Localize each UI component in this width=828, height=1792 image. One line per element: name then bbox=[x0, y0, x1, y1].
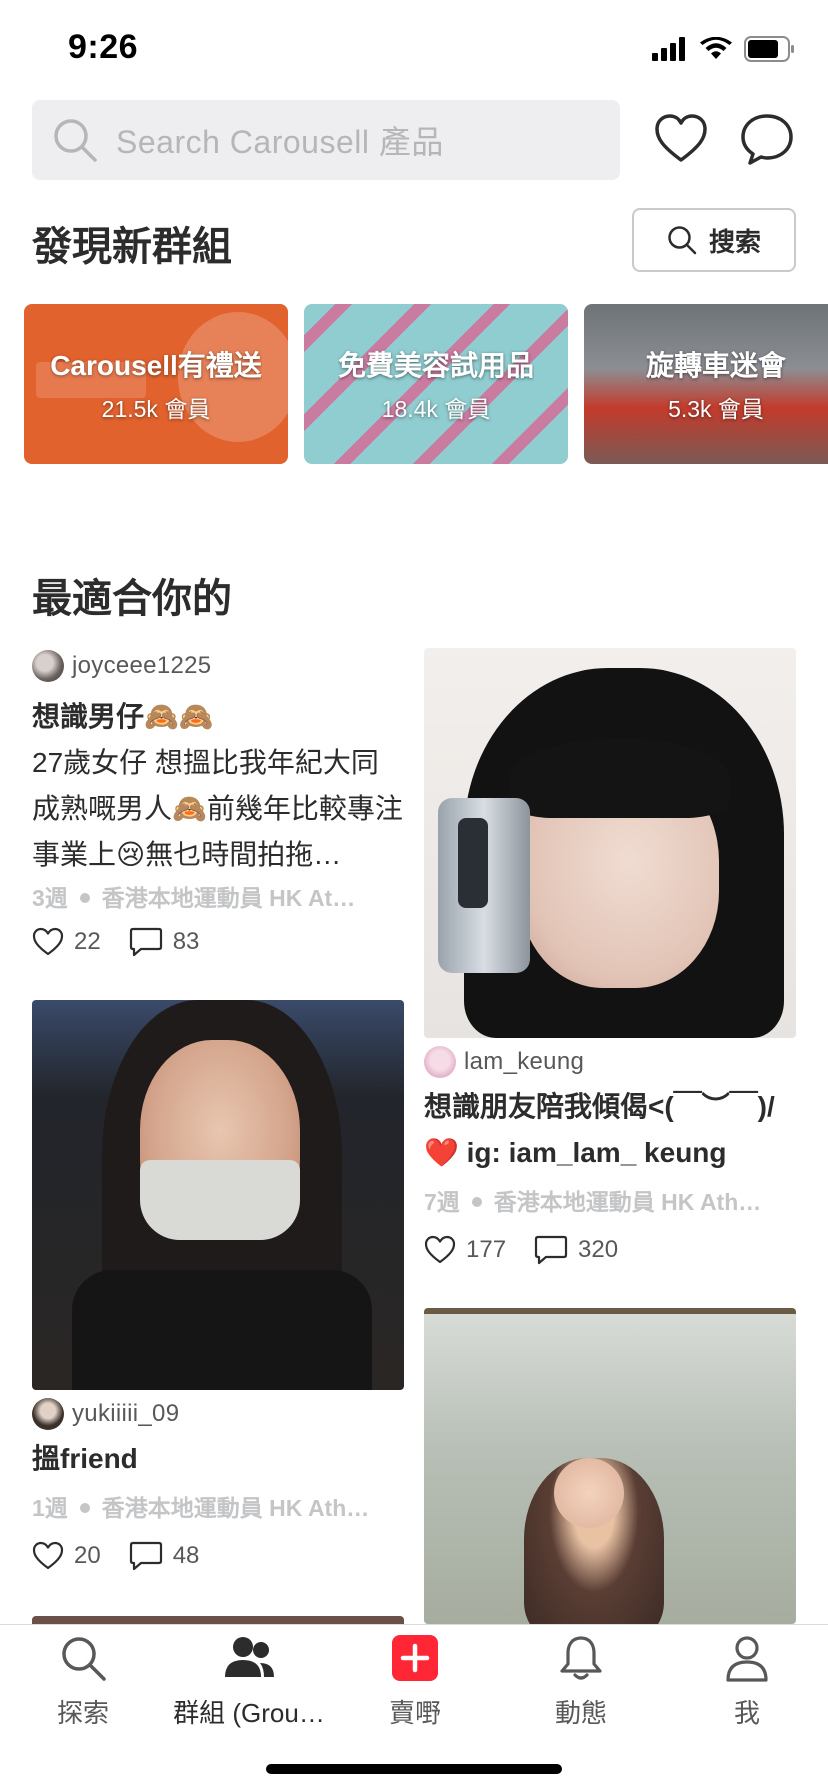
post-age: 1週 bbox=[32, 1495, 68, 1521]
wifi-icon bbox=[700, 37, 732, 59]
avatar bbox=[32, 1398, 64, 1430]
search-icon bbox=[668, 226, 697, 255]
heart-icon bbox=[424, 1235, 456, 1264]
group-member-count: 18.4k 會員 bbox=[381, 396, 491, 422]
tab-explore[interactable]: 探索 bbox=[0, 1633, 166, 1730]
post-stats: 177 320 bbox=[424, 1226, 796, 1274]
comment-button[interactable]: 320 bbox=[534, 1235, 618, 1265]
post-author[interactable]: joyceee1225 bbox=[32, 648, 404, 684]
post-card[interactable]: lam_keung 想識朋友陪我傾偈<(￣︶￣)/❤️ ig: iam_lam_… bbox=[424, 648, 796, 1274]
post-body: 27歲女仔 想搵比我年紀大同成熟嘅男人🙈前幾年比較專注事業上😢無乜時間拍拖… bbox=[32, 747, 403, 870]
like-button[interactable]: 20 bbox=[32, 1541, 101, 1571]
battery-icon bbox=[744, 36, 794, 62]
search-groups-label: 搜索 bbox=[708, 226, 761, 257]
like-count: 177 bbox=[466, 1236, 507, 1263]
post-meta: 1週 香港本地運動員 HK Ath… bbox=[32, 1488, 404, 1528]
meta-separator bbox=[79, 893, 90, 903]
bell-icon bbox=[560, 1636, 602, 1680]
post-title: 想識男仔🙈🙈 bbox=[32, 701, 214, 732]
search-groups-button[interactable]: 搜索 bbox=[632, 208, 796, 272]
feed-title: 最適合你的 bbox=[32, 577, 232, 621]
post-card[interactable]: joyceee1225 想識男仔🙈🙈 27歲女仔 想搵比我年紀大同成熟嘅男人🙈前… bbox=[32, 648, 404, 966]
search-icon bbox=[54, 119, 97, 162]
post-group[interactable]: 香港本地運動員 HK Ath… bbox=[102, 1488, 369, 1528]
post-card[interactable] bbox=[424, 1308, 796, 1624]
status-icons bbox=[652, 36, 796, 62]
group-name: 免費美容試用品 bbox=[337, 350, 534, 381]
tab-activity[interactable]: 動態 bbox=[498, 1633, 664, 1730]
tab-sell[interactable]: 賣嘢 bbox=[332, 1633, 498, 1730]
group-name: 旋轉車迷會 bbox=[645, 350, 786, 381]
tab-me[interactable]: 我 bbox=[664, 1633, 828, 1730]
search-input[interactable]: Search Carousell 產品 bbox=[32, 100, 620, 180]
groups-icon bbox=[225, 1637, 274, 1677]
search-placeholder: Search Carousell 產品 bbox=[116, 124, 444, 160]
post-meta: 3週 香港本地運動員 HK At… bbox=[32, 878, 404, 918]
home-indicator bbox=[266, 1764, 562, 1774]
like-count: 22 bbox=[74, 928, 101, 955]
like-button[interactable]: 177 bbox=[424, 1235, 506, 1265]
comment-icon bbox=[129, 1541, 162, 1571]
post-image[interactable] bbox=[32, 1000, 404, 1390]
heart-icon bbox=[32, 927, 64, 956]
tab-label: 賣嘢 bbox=[388, 1698, 441, 1728]
group-card[interactable]: Carousell有禮送 21.5k 會員 bbox=[24, 304, 288, 464]
username: joyceee1225 bbox=[72, 652, 212, 679]
heart-icon bbox=[32, 1541, 64, 1570]
comment-count: 83 bbox=[172, 928, 200, 955]
status-time: 9:26 bbox=[68, 28, 139, 66]
post-image[interactable] bbox=[424, 1308, 796, 1624]
meta-separator bbox=[79, 1503, 90, 1513]
comment-icon bbox=[129, 927, 162, 957]
group-member-count: 21.5k 會員 bbox=[101, 396, 211, 422]
tab-label: 動態 bbox=[554, 1698, 607, 1728]
status-bar: 9:26 bbox=[0, 0, 828, 92]
signal-icon bbox=[652, 37, 685, 61]
post-card[interactable]: yukiiiii_09 搵friend 1週 香港本地運動員 HK Ath… 2… bbox=[32, 1000, 404, 1580]
post-image[interactable] bbox=[424, 648, 796, 1038]
sell-plus-icon bbox=[392, 1635, 438, 1681]
post-title: 搵friend bbox=[32, 1443, 138, 1474]
tab-label: 群組 (Grou… bbox=[173, 1698, 325, 1728]
comment-button[interactable]: 83 bbox=[129, 927, 200, 957]
group-member-count: 5.3k 會員 bbox=[668, 396, 764, 422]
chat-icon[interactable] bbox=[738, 110, 796, 168]
post-age: 3週 bbox=[32, 885, 68, 911]
group-card[interactable]: 免費美容試用品 18.4k 會員 bbox=[304, 304, 568, 464]
tab-groups[interactable]: 群組 (Grou… bbox=[166, 1633, 332, 1730]
username: lam_keung bbox=[464, 1048, 585, 1075]
post-title: 想識朋友陪我傾偈<(￣︶￣)/❤️ ig: iam_lam_ keung bbox=[424, 1091, 775, 1168]
post-age: 7週 bbox=[424, 1189, 460, 1215]
group-card[interactable]: 旋轉車迷會 5.3k 會員 bbox=[584, 304, 828, 464]
post-stats: 22 83 bbox=[32, 918, 404, 966]
comment-icon bbox=[534, 1235, 568, 1265]
like-button[interactable]: 22 bbox=[32, 927, 101, 957]
post-author[interactable]: yukiiiii_09 bbox=[32, 1396, 404, 1432]
profile-icon bbox=[726, 1636, 768, 1682]
group-name: Carousell有禮送 bbox=[50, 350, 262, 381]
avatar bbox=[424, 1046, 456, 1078]
tab-label: 我 bbox=[733, 1698, 760, 1728]
groups-carousel[interactable]: Carousell有禮送 21.5k 會員 免費美容試用品 18.4k 會員 旋… bbox=[24, 304, 828, 464]
post-stats: 20 48 bbox=[32, 1532, 404, 1580]
comment-count: 48 bbox=[172, 1542, 200, 1569]
heart-icon[interactable] bbox=[652, 110, 710, 168]
username: yukiiiii_09 bbox=[72, 1400, 180, 1427]
post-group[interactable]: 香港本地運動員 HK At… bbox=[102, 878, 355, 918]
post-author[interactable]: lam_keung bbox=[424, 1044, 796, 1080]
post-meta: 7週 香港本地運動員 HK Ath… bbox=[424, 1182, 796, 1222]
search-icon bbox=[62, 1637, 106, 1681]
comment-count: 320 bbox=[578, 1236, 619, 1263]
post-group[interactable]: 香港本地運動員 HK Ath… bbox=[494, 1182, 761, 1222]
tab-label: 探索 bbox=[56, 1698, 109, 1728]
avatar bbox=[32, 650, 64, 682]
discover-title: 發現新群組 bbox=[32, 225, 232, 269]
like-count: 20 bbox=[74, 1542, 101, 1569]
meta-separator bbox=[471, 1197, 482, 1207]
comment-button[interactable]: 48 bbox=[129, 1541, 200, 1571]
